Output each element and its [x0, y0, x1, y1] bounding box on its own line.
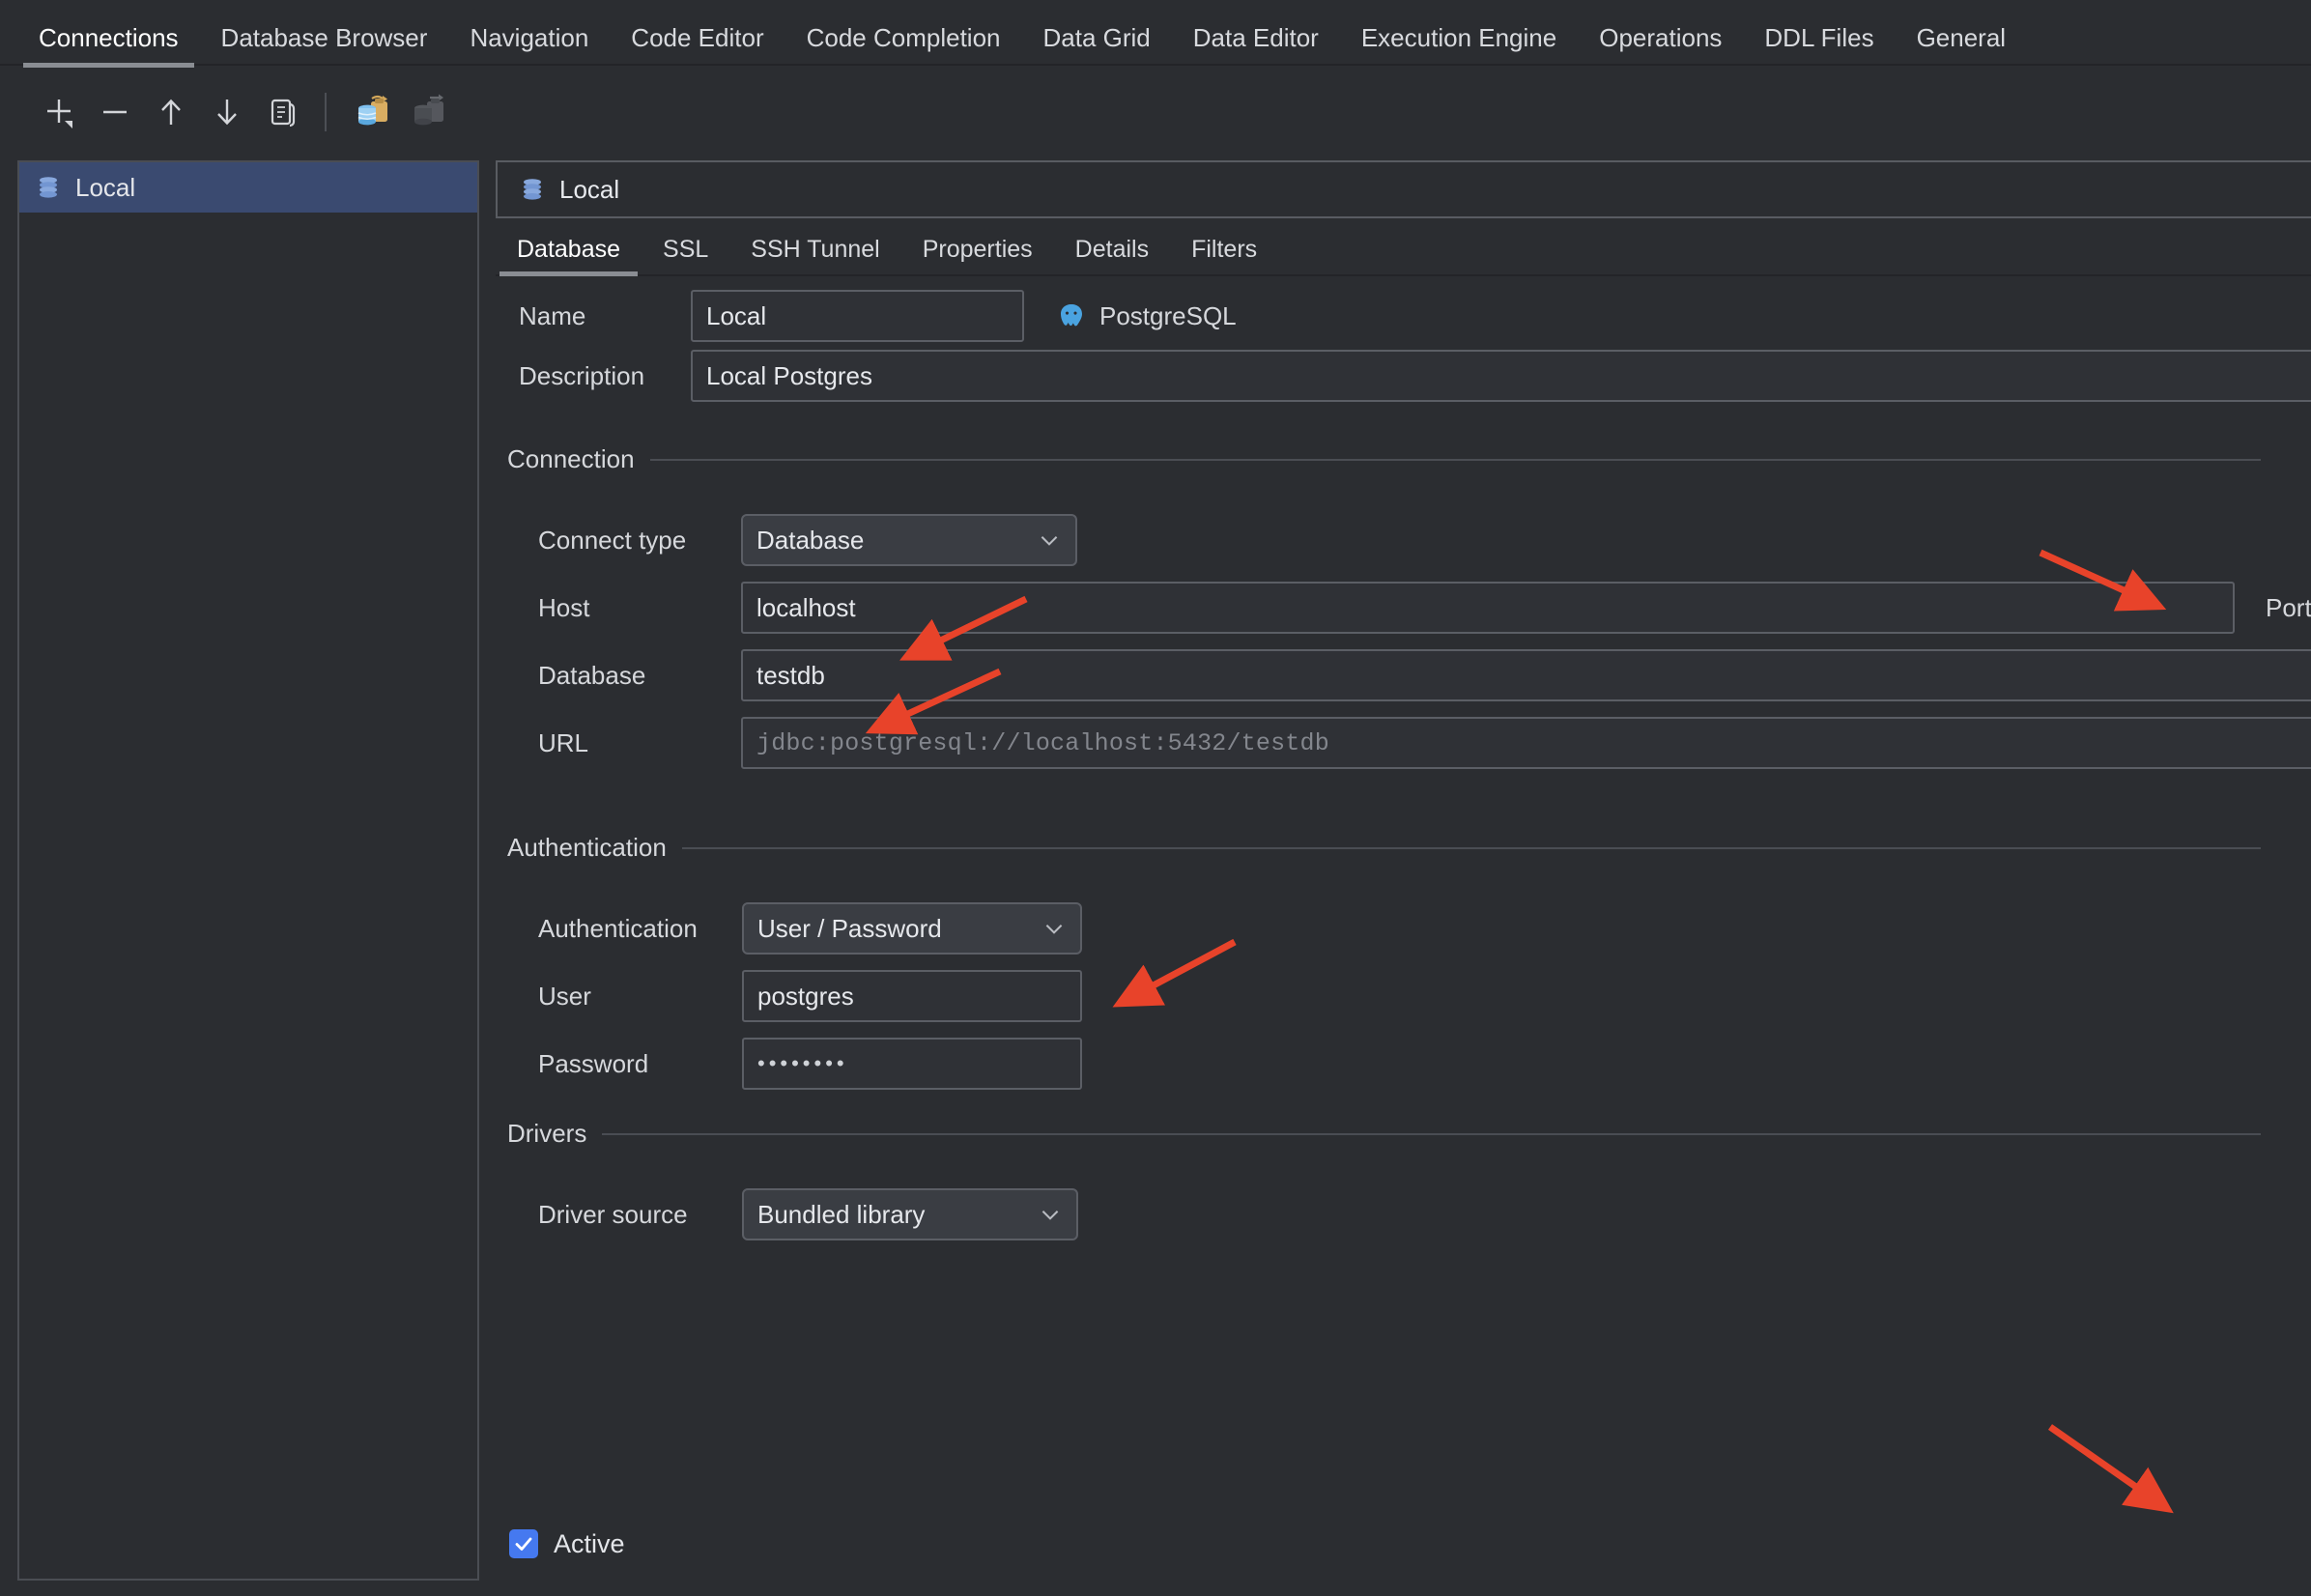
arrow-to-user — [1112, 938, 1237, 1008]
driver-source-value: Bundled library — [757, 1199, 926, 1229]
detail-footer: Active Test Connection — [496, 1507, 2311, 1581]
minus-icon — [103, 110, 127, 114]
settings-tab-execution-engine[interactable]: Execution Engine — [1340, 25, 1578, 66]
connections-toolbar — [0, 68, 2311, 157]
user-label: User — [538, 981, 591, 1011]
connect-type-label: Connect type — [538, 525, 687, 555]
arrow-down-icon — [217, 100, 237, 126]
database-icon — [524, 179, 541, 200]
postgresql-elephant-icon — [1061, 304, 1082, 327]
password-input[interactable]: •••••••• — [742, 1038, 1082, 1090]
settings-tab-code-completion[interactable]: Code Completion — [785, 25, 1022, 66]
settings-tab-navigation[interactable]: Navigation — [448, 25, 610, 66]
active-checkbox-row[interactable]: Active — [509, 1529, 625, 1559]
port-label: Port — [2266, 592, 2311, 622]
drivers-group-title: Drivers — [507, 1119, 587, 1148]
import-clipboard-icon — [414, 94, 443, 126]
description-label: Description — [519, 360, 645, 390]
description-row: Description Local Postgres — [519, 350, 2311, 402]
sub-tab-database[interactable]: Database — [496, 238, 642, 276]
sidebar-item-label: Local — [75, 172, 136, 202]
arrow-to-test-connection — [2047, 1424, 2174, 1514]
sub-tab-ssl[interactable]: SSL — [642, 238, 729, 274]
url-label: URL — [538, 727, 589, 757]
add-connection-button[interactable] — [33, 86, 85, 138]
password-label: Password — [538, 1048, 649, 1078]
connections-list[interactable]: Local — [17, 160, 479, 1581]
user-input[interactable]: postgres — [742, 970, 1082, 1022]
import-from-clipboard-button[interactable] — [402, 86, 454, 138]
database-row: Database testdb — [538, 649, 2311, 701]
export-to-clipboard-button[interactable] — [346, 86, 398, 138]
sub-tab-ssh-tunnel[interactable]: SSH Tunnel — [729, 238, 900, 274]
detail-panel-title: Local — [559, 174, 620, 204]
password-row: Password •••••••• — [538, 1038, 1082, 1090]
connection-group-title: Connection — [507, 444, 635, 473]
db-type-label: PostgreSQL — [1099, 300, 1237, 330]
sub-tab-details[interactable]: Details — [1054, 238, 1170, 274]
sub-tab-properties[interactable]: Properties — [901, 238, 1054, 274]
arrow-up-icon — [161, 99, 181, 125]
host-label: Host — [538, 592, 590, 622]
database-icon — [40, 177, 57, 198]
connect-type-row: Connect type Database — [538, 514, 1077, 566]
preferences-window: Connections Database Browser Navigation Cod… — [0, 0, 2311, 1596]
group-divider — [649, 458, 2261, 461]
url-row: URL jdbc:postgresql://localhost:5432/tes… — [538, 717, 2311, 769]
duplicate-connection-button[interactable] — [257, 86, 309, 138]
host-input[interactable]: localhost — [741, 582, 2235, 634]
authentication-label: Authentication — [538, 913, 698, 943]
toolbar-separator — [325, 93, 327, 131]
chevron-down-icon — [1041, 1211, 1059, 1220]
database-input[interactable]: testdb — [741, 649, 2311, 701]
name-label: Name — [519, 300, 586, 330]
connection-sub-tab-bar: Database SSL SSH Tunnel Properties Details Fi… — [496, 226, 2311, 276]
host-row: Host localhost Port 5432 — [538, 582, 2311, 634]
settings-tab-bar: Connections Database Browser Navigation Cod… — [0, 0, 2311, 68]
sidebar-item-local[interactable]: Local — [19, 162, 477, 213]
driver-source-label: Driver source — [538, 1199, 688, 1229]
chevron-down-icon — [1045, 925, 1063, 934]
export-clipboard-icon — [357, 95, 387, 126]
driver-source-row: Driver source Bundled library — [538, 1188, 1078, 1240]
connect-type-value: Database — [756, 525, 865, 555]
db-type-indicator: PostgreSQL — [1057, 301, 1237, 331]
move-down-button[interactable] — [201, 86, 253, 138]
copy-icon — [271, 99, 296, 128]
url-input: jdbc:postgresql://localhost:5432/testdb — [741, 717, 2311, 769]
group-divider — [602, 1132, 2261, 1135]
detail-panel-header: Local — [496, 160, 2311, 218]
plus-dropdown-icon — [47, 100, 72, 128]
description-input[interactable]: Local Postgres — [691, 350, 2311, 402]
active-label: Active — [554, 1528, 625, 1558]
connect-type-select[interactable]: Database — [741, 514, 1077, 566]
settings-tab-data-grid[interactable]: Data Grid — [1022, 25, 1172, 66]
settings-tab-data-editor[interactable]: Data Editor — [1172, 25, 1340, 66]
remove-connection-button[interactable] — [89, 86, 141, 138]
settings-tab-general[interactable]: General — [1896, 25, 2028, 66]
settings-tab-ddl-files[interactable]: DDL Files — [1743, 25, 1895, 66]
sub-tab-filters[interactable]: Filters — [1170, 238, 1278, 274]
chevron-down-icon — [1041, 536, 1058, 546]
drivers-group-header: Drivers — [507, 1119, 2261, 1149]
authentication-row: Authentication User / Password — [538, 902, 1082, 955]
driver-source-select[interactable]: Bundled library — [742, 1188, 1078, 1240]
authentication-value: User / Password — [757, 913, 942, 943]
user-row: User postgres — [538, 970, 1082, 1022]
name-input[interactable]: Local — [691, 290, 1024, 342]
name-row: Name Local PostgreSQL — [519, 290, 1237, 342]
settings-tab-code-editor[interactable]: Code Editor — [610, 25, 785, 66]
authentication-group-header: Authentication — [507, 833, 2261, 863]
settings-tab-connections[interactable]: Connections — [17, 25, 200, 68]
authentication-select[interactable]: User / Password — [742, 902, 1082, 955]
connection-group-header: Connection — [507, 444, 2261, 474]
active-checkbox[interactable] — [509, 1529, 538, 1558]
check-icon — [515, 1537, 532, 1551]
database-label: Database — [538, 660, 646, 690]
group-divider — [681, 846, 2261, 849]
move-up-button[interactable] — [145, 86, 197, 138]
settings-tab-operations[interactable]: Operations — [1578, 25, 1743, 66]
settings-tab-database-browser[interactable]: Database Browser — [200, 25, 449, 66]
authentication-group-title: Authentication — [507, 833, 667, 862]
